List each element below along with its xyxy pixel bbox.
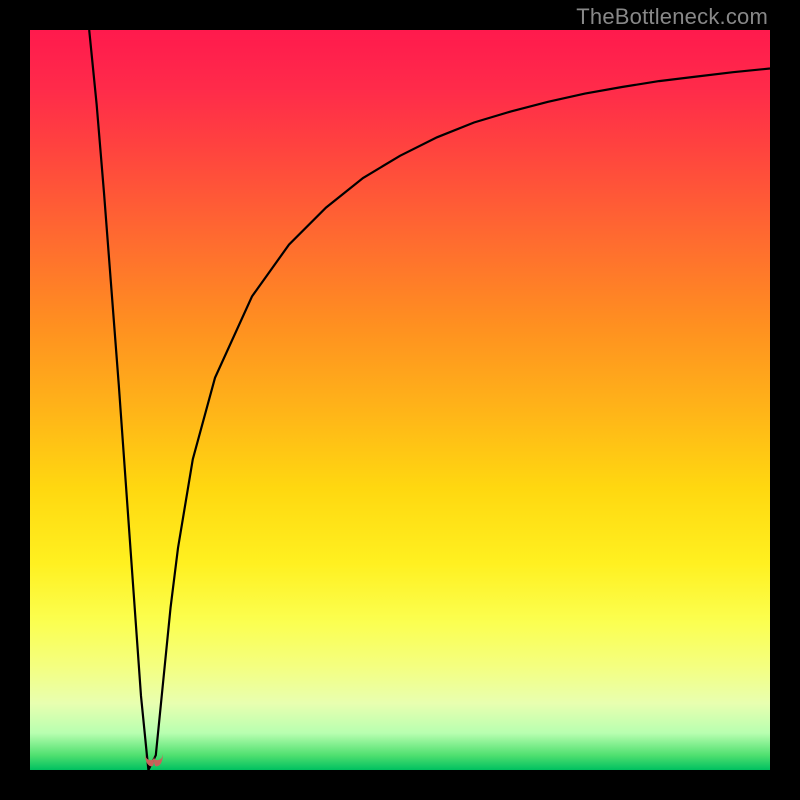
bottleneck-curve xyxy=(30,30,770,770)
curve-path xyxy=(89,30,770,770)
plot-area xyxy=(30,30,770,770)
chart-frame: TheBottleneck.com xyxy=(0,0,800,800)
optimal-marker-shape xyxy=(145,752,163,766)
optimal-marker xyxy=(142,750,166,768)
attribution-text: TheBottleneck.com xyxy=(576,4,768,30)
